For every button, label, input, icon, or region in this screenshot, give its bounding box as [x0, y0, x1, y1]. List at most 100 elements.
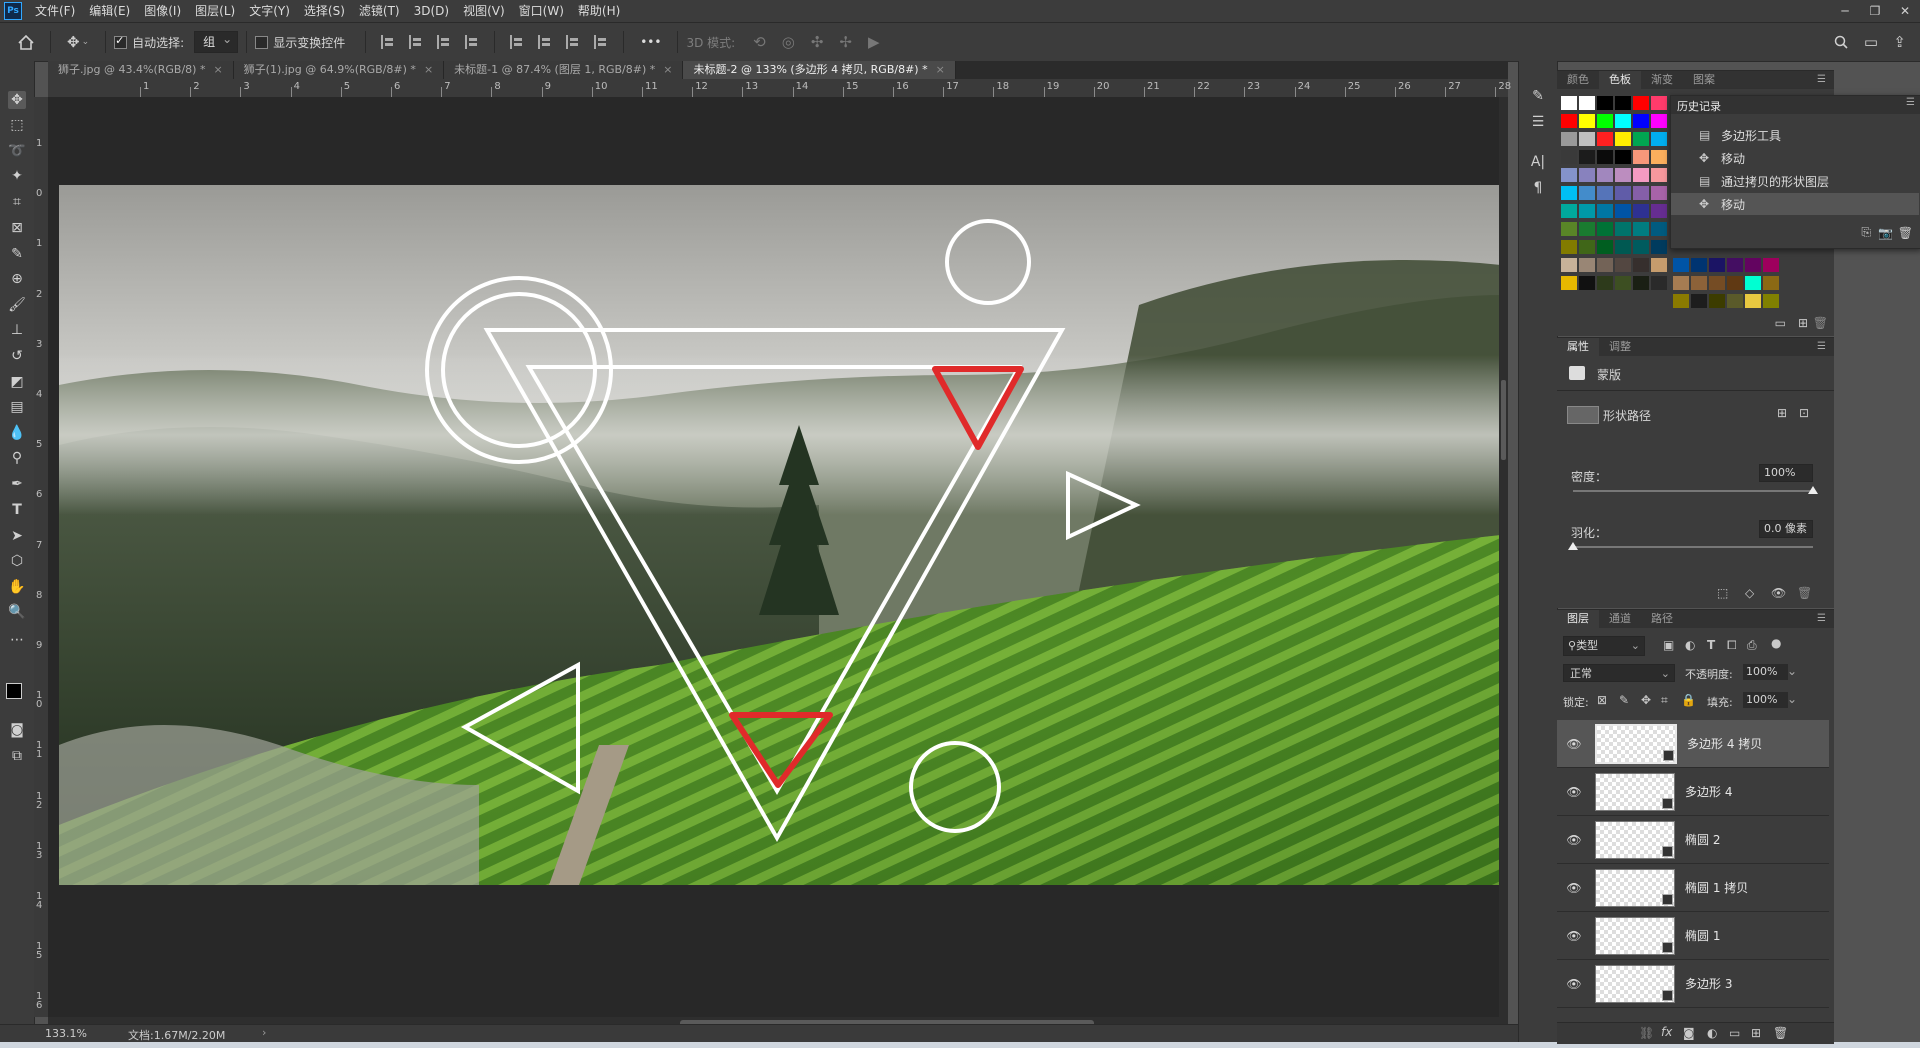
tab-close-icon[interactable]: × — [424, 63, 433, 76]
status-arrow-icon[interactable]: › — [262, 1026, 266, 1039]
history-item[interactable]: ▤ 多边形工具 — [1671, 124, 1919, 146]
tab-document-1[interactable]: 狮子.jpg @ 43.4%(RGB/8) * × — [48, 61, 234, 79]
home-icon[interactable] — [18, 34, 34, 50]
paragraph-icon[interactable]: ¶ — [1529, 179, 1547, 197]
color-swatch[interactable] — [1579, 96, 1595, 110]
color-swatch[interactable] — [1633, 258, 1649, 272]
color-swatch[interactable] — [1615, 204, 1631, 218]
color-swatch[interactable] — [1615, 150, 1631, 164]
color-swatch[interactable] — [1579, 204, 1595, 218]
color-swatch[interactable] — [1597, 276, 1613, 290]
filter-adjustment-icon[interactable]: ◐ — [1685, 638, 1695, 652]
color-swatch[interactable] — [1633, 96, 1649, 110]
color-swatch[interactable] — [1615, 132, 1631, 146]
filter-shape-icon[interactable]: ⧠ — [1727, 638, 1737, 653]
menu-image[interactable]: 图像(I) — [137, 0, 188, 22]
history-item[interactable]: ✥ 移动 — [1671, 147, 1919, 169]
color-swatch[interactable] — [1651, 222, 1667, 236]
layer-visibility-eye-icon[interactable]: 👁 — [1563, 833, 1585, 847]
color-swatch[interactable] — [1763, 258, 1779, 272]
color-swatch[interactable] — [1673, 258, 1689, 272]
brush-settings-icon[interactable]: ✎ — [1529, 87, 1547, 105]
color-swatch[interactable] — [1579, 258, 1595, 272]
color-swatch[interactable] — [1597, 114, 1613, 128]
color-swatch[interactable] — [1561, 240, 1577, 254]
stamp-tool-icon[interactable]: ⊥ — [8, 321, 26, 339]
delete-mask-icon[interactable]: 🗑 — [1797, 586, 1812, 600]
color-swatch[interactable] — [1633, 222, 1649, 236]
menu-filter[interactable]: 滤镜(T) — [352, 0, 407, 22]
color-swatch[interactable] — [1727, 258, 1743, 272]
color-swatch[interactable] — [1615, 96, 1631, 110]
layer-filter-dropdown[interactable]: ⚲类型 ⌄ — [1563, 636, 1645, 656]
layer-row[interactable]: 👁 多边形 4 — [1557, 768, 1829, 816]
vertical-scroll-thumb[interactable] — [1501, 380, 1506, 460]
color-swatch[interactable] — [1763, 276, 1779, 290]
marquee-tool-icon[interactable]: ⬚ — [8, 116, 26, 134]
color-swatch[interactable] — [1727, 276, 1743, 290]
color-swatch[interactable] — [1633, 186, 1649, 200]
move-tool-icon[interactable]: ✥ — [8, 91, 26, 109]
adjustment-layer-icon[interactable]: ◐ — [1707, 1026, 1717, 1040]
layer-row-selected[interactable]: 👁 多边形 4 拷贝 — [1557, 720, 1829, 768]
tab-document-3[interactable]: 未标题-1 @ 87.4% (图层 1, RGB/8#) * × — [444, 61, 684, 79]
close-button[interactable]: ✕ — [1890, 0, 1920, 22]
menu-edit[interactable]: 编辑(E) — [82, 0, 137, 22]
type-tool-icon[interactable]: T — [8, 501, 26, 519]
color-swatch[interactable] — [1561, 114, 1577, 128]
tab-gradients[interactable]: 渐变 — [1641, 71, 1683, 89]
color-swatch[interactable] — [1561, 150, 1577, 164]
document-canvas[interactable] — [59, 185, 1501, 885]
tab-close-icon[interactable]: × — [936, 63, 945, 76]
feather-input[interactable]: 0.0 像素 — [1759, 520, 1813, 538]
menu-layer[interactable]: 图层(L) — [188, 0, 242, 22]
character-icon[interactable]: A| — [1529, 153, 1547, 171]
blend-mode-dropdown[interactable]: 正常 ⌄ — [1563, 664, 1675, 682]
color-swatch[interactable] — [1579, 186, 1595, 200]
add-mask-icon[interactable]: ⊞ — [1777, 406, 1787, 420]
color-swatch[interactable] — [1763, 294, 1779, 308]
distribute-vertical-icon[interactable] — [594, 35, 608, 49]
delete-layer-icon[interactable]: 🗑 — [1773, 1026, 1788, 1040]
dodge-tool-icon[interactable]: ⚲ — [8, 449, 26, 467]
color-swatch[interactable] — [1579, 150, 1595, 164]
menu-select[interactable]: 选择(S) — [297, 0, 352, 22]
density-slider-thumb[interactable] — [1808, 486, 1818, 494]
color-swatch[interactable] — [1561, 222, 1577, 236]
new-layer-icon[interactable]: ⊞ — [1751, 1026, 1761, 1040]
color-swatch[interactable] — [1673, 276, 1689, 290]
tab-adjustments[interactable]: 调整 — [1599, 338, 1641, 356]
history-item[interactable]: ▤ 通过拷贝的形状图层 — [1671, 170, 1919, 192]
color-swatch[interactable] — [1633, 276, 1649, 290]
layer-row[interactable]: 👁 多边形 3 — [1557, 960, 1829, 1008]
align-bottom-icon[interactable] — [566, 35, 580, 49]
new-swatch-group-icon[interactable]: ▭ — [1775, 316, 1786, 330]
tab-properties[interactable]: 属性 — [1557, 338, 1599, 356]
tab-document-2[interactable]: 狮子(1).jpg @ 64.9%(RGB/8#) * × — [233, 61, 445, 79]
adjustments-icon[interactable]: ☰ — [1529, 113, 1547, 131]
color-swatch[interactable] — [1709, 294, 1725, 308]
load-selection-icon[interactable]: ⬚ — [1717, 586, 1728, 600]
color-swatch[interactable] — [1745, 276, 1761, 290]
opacity-dropdown-icon[interactable]: ⌄ — [1787, 664, 1797, 678]
color-swatch[interactable] — [1651, 258, 1667, 272]
color-swatch[interactable] — [1597, 222, 1613, 236]
tab-channels[interactable]: 通道 — [1599, 610, 1641, 628]
brush-tool-icon[interactable]: 🖌 — [8, 296, 26, 314]
color-swatch[interactable] — [1597, 258, 1613, 272]
history-panel-title[interactable]: 历史记录 — [1677, 98, 1721, 114]
color-swatch[interactable] — [1651, 96, 1667, 110]
color-swatch[interactable] — [1651, 132, 1667, 146]
lasso-tool-icon[interactable]: ➰ — [8, 142, 26, 160]
layer-row[interactable]: 👁 椭圆 1 拷贝 — [1557, 864, 1829, 912]
search-icon[interactable] — [1834, 35, 1848, 49]
color-swatch[interactable] — [1633, 150, 1649, 164]
frame-tool-icon[interactable]: ⊠ — [8, 219, 26, 237]
color-swatch[interactable] — [1597, 186, 1613, 200]
color-swatch[interactable] — [1579, 114, 1595, 128]
color-swatch[interactable] — [1651, 240, 1667, 254]
tab-color[interactable]: 颜色 — [1557, 71, 1599, 89]
menu-window[interactable]: 窗口(W) — [512, 0, 571, 22]
filter-type-icon[interactable]: T — [1707, 638, 1715, 652]
move-tool-preset-icon[interactable]: ✥ ⌄ — [67, 33, 89, 51]
